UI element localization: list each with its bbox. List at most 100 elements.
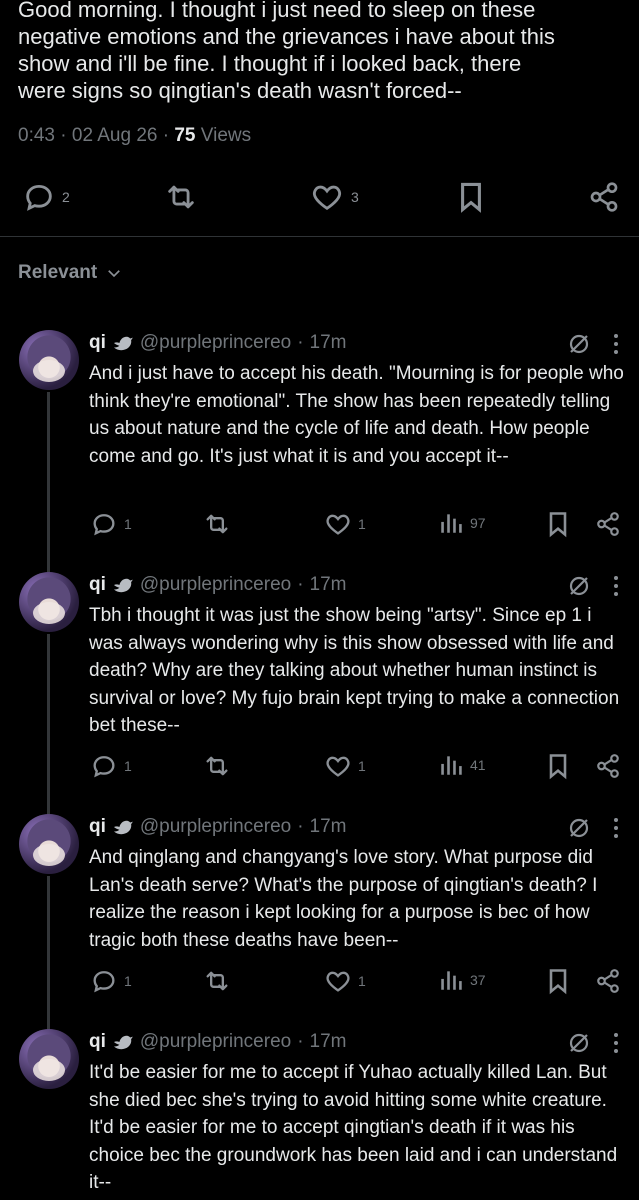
reply-icon [90,510,118,538]
author-handle[interactable]: @purpleprincereo [140,574,291,596]
author-name[interactable]: qi [89,332,106,354]
share-button[interactable] [595,510,621,538]
views-button[interactable]: 37 [438,967,486,993]
bird-badge-icon [112,1033,134,1051]
reply-button[interactable]: 1 [90,510,132,538]
reply-text: Tbh i thought it was just the show being… [89,605,620,736]
thread-line [47,876,50,1031]
chevron-down-icon [105,264,123,282]
avatar[interactable] [19,572,79,632]
sort-dropdown[interactable]: Relevant [18,262,123,284]
bird-badge-icon [112,576,134,594]
reply-icon [90,967,118,995]
reply-action-bar: 1 1 41 [0,752,639,782]
like-button[interactable]: 1 [324,510,366,538]
bookmark-icon [457,180,485,214]
share-button[interactable] [588,180,620,214]
views-count: 75 [174,125,196,146]
repost-button[interactable] [203,967,231,995]
reply-action-bar: 1 1 37 [0,967,639,997]
reply-icon [90,752,118,780]
like-count: 3 [351,189,359,205]
reply-button[interactable]: 1 [90,967,132,995]
divider [0,236,639,237]
reply-time: 17m [309,574,347,595]
post-date: 02 Aug 26 [71,125,158,146]
reply-text: And i just have to accept his death. "Mo… [89,363,624,467]
reply-action-bar: 1 1 97 [0,510,639,540]
like-icon [309,180,345,214]
views-button[interactable]: 41 [438,752,486,778]
bird-badge-icon [112,334,134,352]
reply-button[interactable]: 2 [22,180,70,214]
post-action-bar: 2 3 [0,172,639,218]
repost-icon [203,510,231,538]
reply-text: And qinglang and changyang's love story.… [89,847,598,951]
author-name[interactable]: qi [89,816,106,838]
bookmark-icon [546,967,570,995]
like-button[interactable]: 1 [324,752,366,780]
views-icon [438,752,464,778]
repost-button[interactable] [163,180,199,214]
share-icon [588,180,620,214]
views-icon [438,510,464,536]
views-count: 97 [470,515,486,531]
repost-button[interactable] [203,510,231,538]
bookmark-button[interactable] [457,180,485,214]
repost-icon [163,180,199,214]
share-icon [595,752,621,780]
reply-icon [22,180,56,214]
bookmark-button[interactable] [546,967,570,995]
bookmark-icon [546,510,570,538]
reply-count: 2 [62,189,70,205]
share-icon [595,967,621,995]
author-handle[interactable]: @purpleprincereo [140,1031,291,1053]
grok-icon[interactable] [567,816,591,840]
more-icon[interactable] [613,1032,619,1054]
author-handle[interactable]: @purpleprincereo [140,816,291,838]
views-icon [438,967,464,993]
author-handle[interactable]: @purpleprincereo [140,332,291,354]
author-name[interactable]: qi [89,1031,106,1053]
like-icon [324,510,352,538]
grok-icon[interactable] [567,574,591,598]
like-icon [324,752,352,780]
reply-header: qi @purpleprincereo · 17m [89,1031,347,1053]
views-count: 41 [470,757,486,773]
sort-label: Relevant [18,262,98,283]
bird-badge-icon [112,818,134,836]
thread-line [47,392,50,574]
bookmark-button[interactable] [546,752,570,780]
more-icon[interactable] [613,575,619,597]
share-button[interactable] [595,752,621,780]
share-button[interactable] [595,967,621,995]
reply-button[interactable]: 1 [90,752,132,780]
more-icon[interactable] [613,817,619,839]
post-text: Good morning. I thought i just need to s… [18,0,555,103]
reply-text: It'd be easier for me to accept if Yuhao… [89,1062,618,1193]
more-icon[interactable] [613,333,619,355]
views-label: Views [200,125,252,146]
like-icon [324,967,352,995]
views-button[interactable]: 97 [438,510,486,536]
author-name[interactable]: qi [89,574,106,596]
reply-header: qi @purpleprincereo · 17m [89,816,347,838]
like-count: 1 [358,973,366,989]
repost-button[interactable] [203,752,231,780]
like-count: 1 [358,758,366,774]
like-button[interactable]: 1 [324,967,366,995]
avatar[interactable] [19,814,79,874]
repost-icon [203,967,231,995]
bookmark-button[interactable] [546,510,570,538]
grok-icon[interactable] [567,332,591,356]
reply-time: 17m [309,332,347,353]
reply-time: 17m [309,1031,347,1052]
avatar[interactable] [19,330,79,390]
reply-count: 1 [124,758,132,774]
grok-icon[interactable] [567,1031,591,1055]
avatar[interactable] [19,1029,79,1089]
like-button[interactable]: 3 [309,180,359,214]
post-time: 0:43 [18,125,55,146]
reply-count: 1 [124,516,132,532]
bookmark-icon [546,752,570,780]
